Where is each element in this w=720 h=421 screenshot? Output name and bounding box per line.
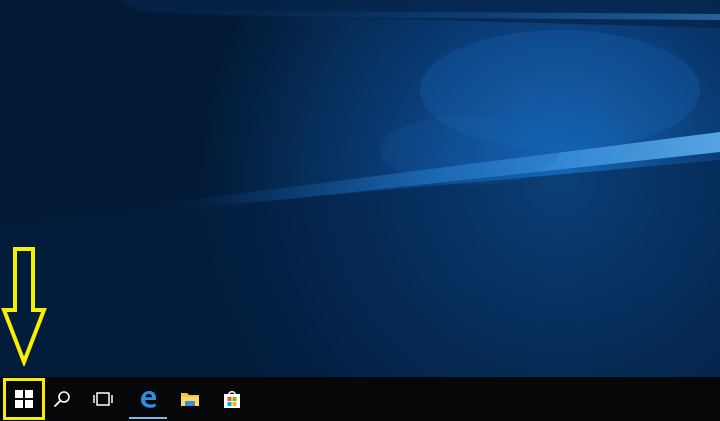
start-button[interactable] <box>3 378 45 420</box>
store-button[interactable] <box>213 377 251 421</box>
desktop-wallpaper <box>0 0 720 377</box>
search-button[interactable] <box>43 377 81 421</box>
down-arrow-annotation <box>1 247 47 366</box>
taskbar <box>0 377 720 421</box>
edge-button[interactable] <box>129 377 167 421</box>
edge-icon <box>141 391 156 408</box>
file-explorer-button[interactable] <box>171 377 209 421</box>
task-view-icon <box>93 392 113 406</box>
search-icon <box>54 391 70 407</box>
windows-logo-icon <box>15 390 33 408</box>
store-icon <box>224 391 240 408</box>
task-view-button[interactable] <box>84 377 122 421</box>
folder-icon <box>181 393 199 406</box>
